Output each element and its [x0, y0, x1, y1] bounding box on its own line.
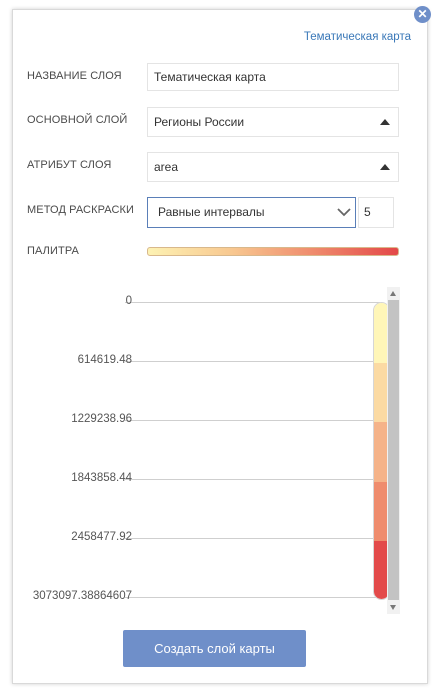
scrollbar-thumb[interactable] — [388, 300, 399, 600]
coloring-method-value: Равные интервалы — [158, 205, 265, 219]
create-map-layer-button[interactable]: Создать слой карты — [123, 630, 306, 667]
legend-scale: 0 614619.48 1229238.96 1843858.44 2458477.92… — [27, 280, 402, 610]
attribute-select[interactable]: area — [147, 152, 399, 182]
triangle-up-icon — [380, 164, 390, 170]
legend-tick-line — [125, 361, 380, 362]
legend-break-label: 0 — [125, 295, 132, 307]
legend-scrollbar[interactable] — [387, 287, 400, 614]
legend-break-label: 614619.48 — [77, 354, 132, 366]
coloring-method-select[interactable]: Равные интервалы — [147, 197, 356, 228]
scroll-down-arrow-icon[interactable] — [390, 605, 396, 610]
layer-name-input[interactable]: Тематическая карта — [147, 63, 399, 91]
legend-break-label: 2458477.92 — [71, 531, 132, 543]
chevron-down-icon — [337, 208, 351, 217]
coloring-method-label: МЕТОД РАСКРАСКИ — [27, 204, 135, 216]
layer-name-label: НАЗВАНИЕ СЛОЯ — [27, 70, 122, 82]
triangle-up-icon — [380, 119, 390, 125]
legend-tick-line — [125, 538, 380, 539]
attribute-label: АТРИБУТ СЛОЯ — [27, 159, 112, 171]
legend-break-label: 1229238.96 — [71, 413, 132, 425]
attribute-value: area — [154, 160, 179, 174]
legend-break-label: 1843858.44 — [71, 472, 132, 484]
thematic-map-panel: Тематическая карта НАЗВАНИЕ СЛОЯ Тематич… — [12, 9, 428, 684]
close-icon[interactable]: ✕ — [414, 6, 431, 23]
panel-title: Тематическая карта — [303, 31, 411, 43]
legend-tick-line — [125, 597, 380, 598]
legend-tick-line — [125, 302, 380, 303]
base-layer-label: ОСНОВНОЙ СЛОЙ — [27, 114, 128, 126]
base-layer-select[interactable]: Регионы России — [147, 107, 399, 137]
legend-tick-line — [125, 420, 380, 421]
scroll-up-arrow-icon[interactable] — [390, 291, 396, 296]
palette-label: ПАЛИТРА — [27, 245, 79, 257]
base-layer-value: Регионы России — [154, 115, 245, 129]
palette-gradient-bar[interactable] — [147, 247, 399, 256]
class-count-input[interactable]: 5 — [358, 197, 394, 228]
legend-break-label: 3073097.38864607 — [32, 590, 132, 602]
legend-tick-line — [125, 479, 380, 480]
